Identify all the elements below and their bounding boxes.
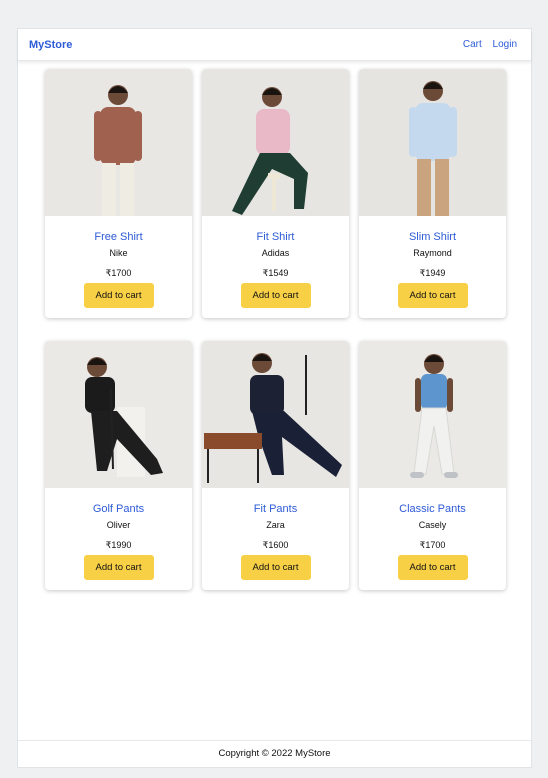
copyright-text: Copyright © 2022 MyStore <box>218 748 331 759</box>
product-brand: Adidas <box>261 248 290 258</box>
product-name-link[interactable]: Classic Pants <box>359 503 506 515</box>
product-price: ₹1949 <box>419 268 446 278</box>
product-card: Golf Pants Oliver ₹1990 Add to cart <box>45 341 192 590</box>
add-to-cart-button[interactable]: Add to cart <box>240 555 311 580</box>
product-name-link[interactable]: Free Shirt <box>45 231 192 243</box>
brand-logo[interactable]: MyStore <box>29 39 72 51</box>
product-price: ₹1549 <box>262 268 289 278</box>
product-image[interactable] <box>202 341 349 488</box>
add-to-cart-button[interactable]: Add to cart <box>397 283 468 308</box>
navbar: MyStore Cart Login <box>18 29 531 61</box>
product-brand: Raymond <box>413 248 452 258</box>
cart-link[interactable]: Cart <box>463 39 482 50</box>
nav-links: Cart Login <box>455 39 517 50</box>
product-image[interactable] <box>202 69 349 216</box>
add-to-cart-button[interactable]: Add to cart <box>240 283 311 308</box>
login-link[interactable]: Login <box>493 39 517 50</box>
product-name-link[interactable]: Slim Shirt <box>359 231 506 243</box>
product-price: ₹1600 <box>262 540 289 550</box>
product-card: Classic Pants Casely ₹1700 Add to cart <box>359 341 506 590</box>
product-image[interactable] <box>45 341 192 488</box>
product-card: Fit Pants Zara ₹1600 Add to cart <box>202 341 349 590</box>
product-brand: Oliver <box>106 520 131 530</box>
product-image[interactable] <box>359 341 506 488</box>
add-to-cart-button[interactable]: Add to cart <box>83 283 154 308</box>
product-price: ₹1700 <box>419 540 446 550</box>
product-card: Free Shirt Nike ₹1700 Add to cart <box>45 69 192 318</box>
product-brand: Casely <box>418 520 447 530</box>
product-price: ₹1700 <box>105 268 132 278</box>
product-price: ₹1990 <box>105 540 132 550</box>
product-card: Fit Shirt Adidas ₹1549 Add to cart <box>202 69 349 318</box>
product-brand: Nike <box>109 248 128 258</box>
product-image[interactable] <box>45 69 192 216</box>
product-name-link[interactable]: Fit Pants <box>202 503 349 515</box>
product-name-link[interactable]: Fit Shirt <box>202 231 349 243</box>
product-name-link[interactable]: Golf Pants <box>45 503 192 515</box>
add-to-cart-button[interactable]: Add to cart <box>83 555 154 580</box>
footer: Copyright © 2022 MyStore <box>18 740 531 767</box>
product-grid: Free Shirt Nike ₹1700 Add to cart Fit Shirt… <box>45 69 506 590</box>
add-to-cart-button[interactable]: Add to cart <box>397 555 468 580</box>
product-image[interactable] <box>359 69 506 216</box>
product-card: Slim Shirt Raymond ₹1949 Add to cart <box>359 69 506 318</box>
product-brand: Zara <box>266 520 285 530</box>
page-frame: MyStore Cart Login Free Shirt Nike ₹1700 Ad… <box>17 28 532 768</box>
